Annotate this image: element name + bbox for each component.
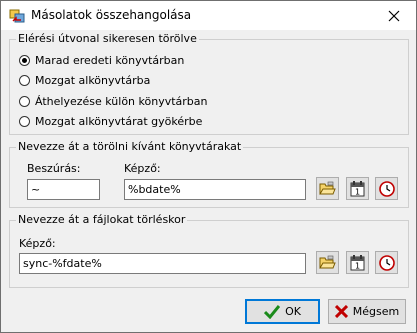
folder-pattern-time-button[interactable] <box>375 177 398 200</box>
radio-label: Mozgat alkönyvtárat gyökérbe <box>35 114 203 128</box>
radio-indicator <box>19 74 30 86</box>
file-pattern-date-button[interactable]: 1 <box>346 251 369 274</box>
ok-button[interactable]: OK <box>245 299 320 324</box>
file-pattern-label: Képző: <box>19 237 56 250</box>
file-pattern-folder-button[interactable] <box>316 251 339 274</box>
folder-pattern-input[interactable]: %bdate% <box>124 179 306 200</box>
folder-icon <box>319 181 336 195</box>
calendar-icon: 1 <box>350 180 365 196</box>
radio-move-separate[interactable]: Áthelyezése külön könyvtárban <box>19 93 207 109</box>
deleted-path-group: Elérési útvonal sikeresen törölve Marad … <box>9 32 409 135</box>
rename-files-group-title: Nevezze át a fájlokat törléskor <box>16 213 188 227</box>
folder-pattern-folder-button[interactable] <box>316 177 339 200</box>
rename-folders-group-title: Nevezze át a törölni kívánt könyvtárakat <box>16 140 244 154</box>
radio-indicator <box>19 115 30 127</box>
app-icon <box>9 8 25 24</box>
folder-pattern-label: Képző: <box>124 162 161 175</box>
svg-text:1: 1 <box>355 187 360 196</box>
cross-icon <box>334 305 348 318</box>
radio-keep-original[interactable]: Marad eredeti könyvtárban <box>19 52 184 68</box>
radio-move-subfolder-root[interactable]: Mozgat alkönyvtárat gyökérbe <box>19 113 202 129</box>
insert-input[interactable]: ~ <box>27 179 100 200</box>
radio-indicator <box>19 54 30 66</box>
cancel-label: Mégsem <box>352 305 400 318</box>
radio-label: Marad eredeti könyvtárban <box>35 53 185 67</box>
radio-move-subfolder[interactable]: Mozgat alkönyvtárba <box>19 72 150 88</box>
folder-icon <box>319 255 336 269</box>
clock-icon <box>378 180 395 197</box>
title-bar: Másolatok összehangolása <box>1 1 416 30</box>
ok-label: OK <box>285 305 301 318</box>
window-title: Másolatok összehangolása <box>31 8 192 22</box>
cancel-button[interactable]: Mégsem <box>328 299 406 324</box>
deleted-path-group-title: Elérési útvonal sikeresen törölve <box>16 32 199 46</box>
radio-indicator <box>19 95 30 107</box>
close-button[interactable] <box>372 1 416 30</box>
radio-label: Áthelyezése külön könyvtárban <box>35 94 208 108</box>
close-icon <box>388 10 400 21</box>
calendar-icon: 1 <box>350 254 365 270</box>
dialog-window: Másolatok összehangolása Elérési útvonal… <box>0 0 417 333</box>
radio-label: Mozgat alkönyvtárba <box>35 73 151 87</box>
check-icon <box>264 304 281 319</box>
rename-folders-group: Nevezze át a törölni kívánt könyvtárakat… <box>9 140 409 208</box>
rename-files-group: Nevezze át a fájlokat törléskor Képző: s… <box>9 213 409 288</box>
svg-text:1: 1 <box>355 261 360 270</box>
file-pattern-input[interactable]: sync-%fdate% <box>19 253 306 274</box>
file-pattern-time-button[interactable] <box>375 251 398 274</box>
folder-pattern-date-button[interactable]: 1 <box>346 177 369 200</box>
clock-icon <box>378 254 395 271</box>
insert-label: Beszúrás: <box>27 162 81 175</box>
